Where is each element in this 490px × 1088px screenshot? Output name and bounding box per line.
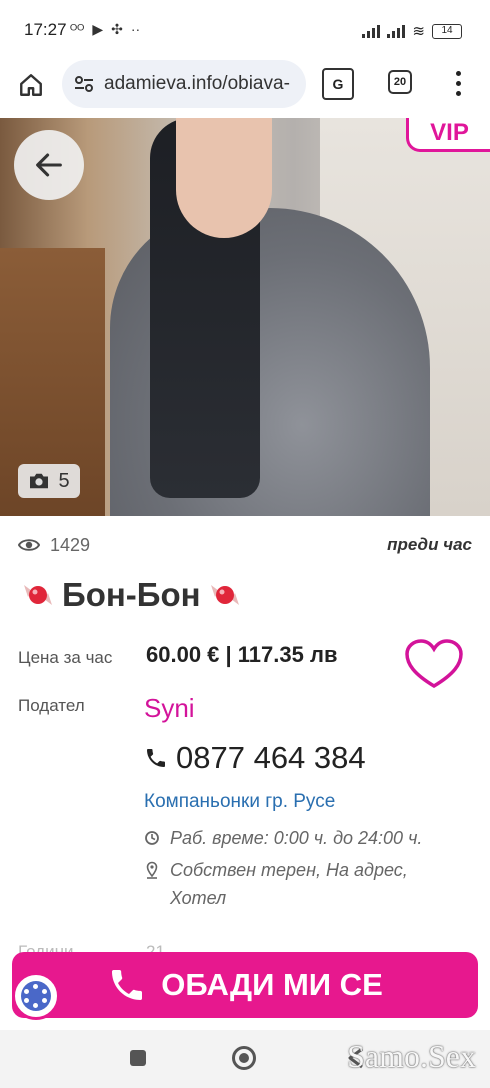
posted-time: преди час — [387, 535, 472, 554]
url-text: adamieva.info/obiava- — [104, 73, 290, 94]
signal-2-icon — [387, 24, 406, 38]
home-icon — [20, 74, 42, 96]
photo-count-badge[interactable]: 5 — [18, 464, 80, 498]
call-me-label: ОБАДИ МИ СЕ — [161, 967, 383, 1002]
vip-badge: VIP — [406, 118, 490, 152]
signal-1-icon — [362, 24, 381, 38]
arrow-left-icon — [36, 153, 62, 177]
location-info: Собствен терен, На адрес, Хотел — [144, 856, 408, 912]
notification-icons: ᴼᴼ ▶ ✣ ·· — [70, 20, 140, 38]
photo-count: 5 — [58, 469, 70, 492]
poster-name[interactable]: Syni — [144, 693, 195, 724]
call-me-button[interactable]: ОБАДИ МИ СЕ — [12, 952, 478, 1018]
listing-meta: 1429 преди час — [18, 532, 472, 558]
more-notifications-icon: ·· — [130, 21, 141, 37]
home-nav-button[interactable] — [232, 1046, 256, 1070]
candy-icon — [24, 585, 52, 605]
location-line-2: Хотел — [170, 888, 227, 908]
accessibility-widget-button[interactable] — [12, 972, 60, 1020]
back-button[interactable] — [14, 130, 84, 200]
widget-dots-icon — [21, 981, 51, 1011]
tab-count: 20 — [393, 76, 407, 88]
browser-menu-button[interactable] — [448, 68, 468, 98]
tabs-button[interactable]: 20 — [388, 70, 412, 94]
work-hours: Раб. време: 0:00 ч. до 24:00 ч. — [144, 824, 422, 852]
camera-icon — [30, 473, 49, 489]
battery-icon: 14 — [432, 23, 462, 39]
status-time: 17:27 — [24, 20, 67, 39]
watermark: Samo.Sex — [347, 1038, 476, 1074]
site-settings-icon[interactable] — [72, 72, 96, 96]
eye-icon — [18, 539, 40, 551]
category-link[interactable]: Компаньонки гр. Русе — [144, 791, 335, 813]
menu-dot-icon — [455, 70, 461, 76]
address-bar[interactable]: adamieva.info/obiava- — [62, 60, 306, 108]
location-pin-icon — [146, 861, 158, 879]
translate-icon: G — [332, 76, 344, 92]
price-label: Цена за час — [18, 648, 113, 667]
price-value: 60.00 € | 117.35 лв — [146, 642, 338, 667]
listing-title: Бон-Бон — [18, 575, 245, 615]
clock-icon — [145, 831, 159, 845]
listing-title-text: Бон-Бон — [62, 576, 201, 613]
browser-toolbar: adamieva.info/obiava- G 20 — [0, 58, 490, 116]
fan-icon: ✣ — [111, 21, 123, 37]
phone-icon — [147, 749, 165, 767]
recents-button[interactable] — [130, 1050, 146, 1066]
system-icons: ≋ 14 — [362, 22, 462, 40]
location-line-1: Собствен терен, На адрес, — [170, 860, 408, 880]
favorite-button[interactable] — [404, 638, 464, 690]
youtube-icon: ▶ — [92, 21, 104, 37]
phone-number[interactable]: 0877 464 384 — [144, 740, 366, 776]
work-hours-text: Раб. време: 0:00 ч. до 24:00 ч. — [170, 828, 423, 848]
menu-dot-icon — [455, 90, 461, 96]
photo-face-shape — [176, 118, 272, 238]
poster-label: Подател — [18, 696, 85, 715]
phone-number-text: 0877 464 384 — [176, 740, 366, 775]
phone-icon — [112, 970, 143, 1000]
candy-icon — [210, 585, 239, 605]
views-count: 1429 — [50, 534, 91, 555]
translate-button[interactable]: G — [322, 68, 354, 100]
voicemail-icon: ᴼᴼ — [70, 21, 85, 37]
listing-photo[interactable]: VIP 5 — [0, 118, 490, 516]
heart-icon — [405, 639, 463, 689]
system-nav-bar: Samo.Sex — [0, 1030, 490, 1088]
menu-dot-icon — [455, 80, 461, 86]
home-button[interactable] — [14, 68, 48, 102]
status-bar: 17:27 ᴼᴼ ▶ ✣ ·· ≋ 14 — [0, 0, 490, 58]
wifi-icon: ≋ — [412, 23, 425, 40]
views-counter: 1429 — [18, 535, 90, 556]
